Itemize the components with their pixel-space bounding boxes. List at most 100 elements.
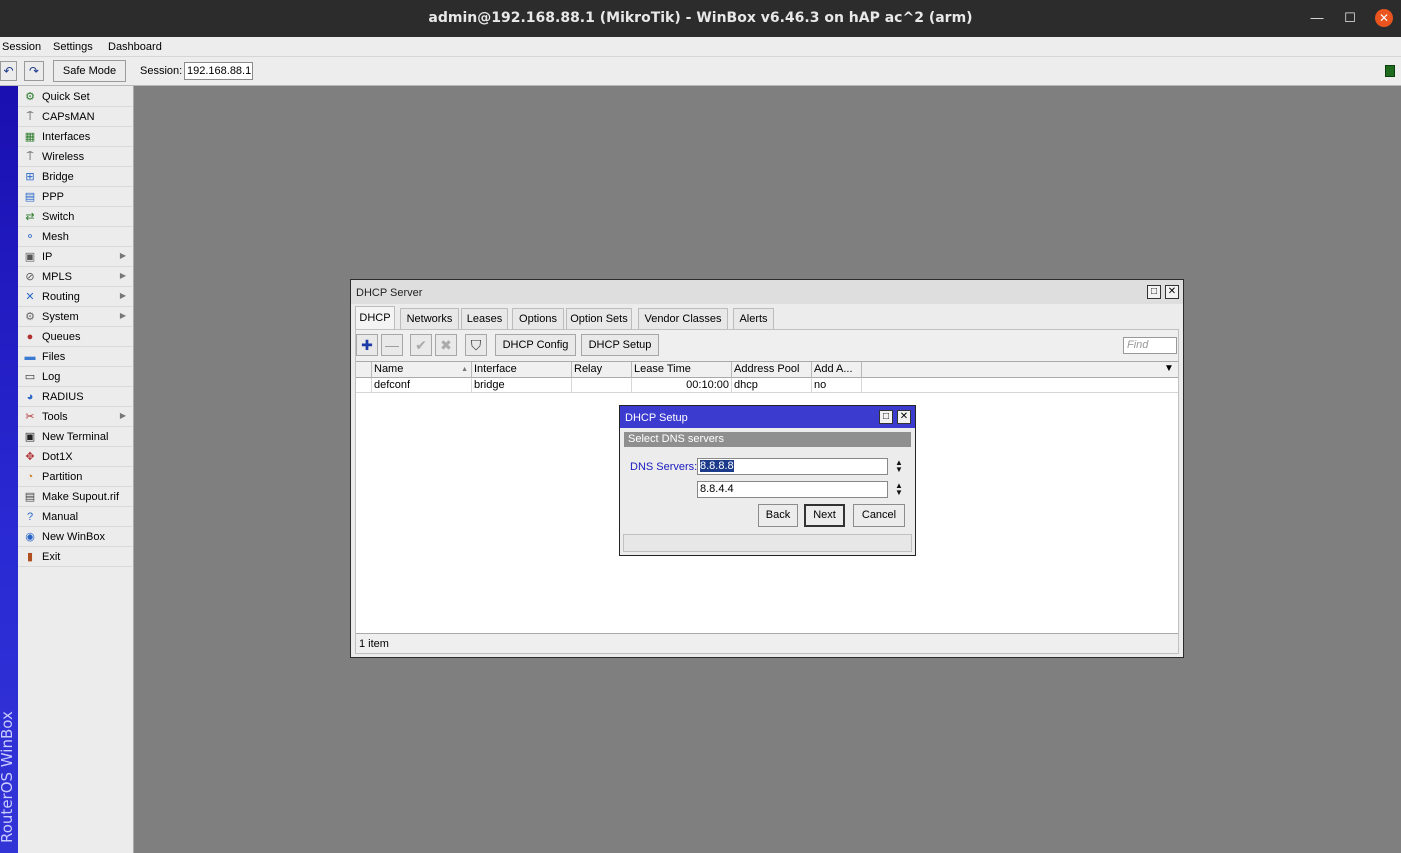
sidebar-item-new-winbox[interactable]: ◉ New WinBox <box>18 527 132 547</box>
back-button[interactable]: Back <box>758 504 798 527</box>
dhcp-server-title: DHCP Server <box>356 287 423 299</box>
maximize-icon[interactable]: ☐ <box>1341 9 1359 27</box>
close-icon[interactable]: ✕ <box>897 410 911 424</box>
safe-mode-button[interactable]: Safe Mode <box>53 60 126 82</box>
sidebar-item-mpls[interactable]: ⊘ MPLS ▶ <box>18 267 132 287</box>
item-count: 1 item <box>359 638 389 650</box>
column-chooser-icon[interactable]: ▼ <box>1164 363 1174 374</box>
switch-icon: ⇄ <box>25 211 35 223</box>
dns-secondary-spin-icon[interactable]: ▲ ▼ <box>893 482 905 498</box>
tab-networks[interactable]: Networks <box>400 308 459 331</box>
column-header-add-arp[interactable]: Add A... <box>812 362 862 378</box>
tab-alerts[interactable]: Alerts <box>733 308 774 331</box>
undo-icon[interactable]: ↶ <box>0 61 17 81</box>
sidebar-item-label: Interfaces <box>42 131 91 143</box>
minimize-icon[interactable]: — <box>1308 9 1326 27</box>
dhcp-setup-step-title: Select DNS servers <box>624 432 911 447</box>
dhcp-setup-title-bar[interactable]: DHCP Setup □ ✕ <box>620 406 915 428</box>
sidebar-item-interfaces[interactable]: ▦ Interfaces <box>18 127 132 147</box>
next-button[interactable]: Next <box>804 504 845 527</box>
sidebar-item-ppp[interactable]: ▤ PPP <box>18 187 132 207</box>
sidebar-item-quick-set[interactable]: ⚙ Quick Set <box>18 87 132 107</box>
maximize-icon[interactable]: □ <box>1147 285 1161 299</box>
remove-icon[interactable]: — <box>381 334 403 356</box>
column-header-interface[interactable]: Interface <box>472 362 572 378</box>
sidebar-item-capsman[interactable]: ⍑ CAPsMAN <box>18 107 132 127</box>
sidebar-item-partition[interactable]: ◔ Partition <box>18 467 132 487</box>
close-icon[interactable]: ✕ <box>1165 285 1179 299</box>
sidebar-item-ip[interactable]: ▣ IP ▶ <box>18 247 132 267</box>
sidebar-item-new-terminal[interactable]: ▣ New Terminal <box>18 427 132 447</box>
new-winbox-icon: ◉ <box>25 531 35 543</box>
sidebar-item-tools[interactable]: ✂ Tools ▶ <box>18 407 132 427</box>
sidebar-item-routing[interactable]: ✕ Routing ▶ <box>18 287 132 307</box>
sidebar-item-manual[interactable]: ? Manual <box>18 507 132 527</box>
disable-icon[interactable]: ✖ <box>435 334 457 356</box>
table-status-bar: 1 item <box>356 633 1178 653</box>
enable-icon[interactable]: ✔ <box>410 334 432 356</box>
sidebar-item-label: Wireless <box>42 151 85 163</box>
dot1x-icon: ✥ <box>25 451 35 463</box>
menu-settings[interactable]: Settings <box>53 41 93 53</box>
tab-options[interactable]: Options <box>512 308 564 331</box>
sidebar-item-mesh[interactable]: ⚬ Mesh <box>18 227 132 247</box>
find-input[interactable]: Find <box>1123 337 1177 354</box>
dns-servers-label: DNS Servers: <box>630 461 698 473</box>
column-header-address-pool[interactable]: Address Pool <box>732 362 812 378</box>
sidebar-item-queues[interactable]: ● Queues <box>18 327 132 347</box>
sidebar-item-wireless[interactable]: ⍑ Wireless <box>18 147 132 167</box>
dhcp-server-title-bar[interactable]: DHCP Server □ ✕ <box>351 280 1183 304</box>
brand-text: RouterOS WinBox <box>0 711 16 843</box>
sidebar-item-files[interactable]: ▬ Files <box>18 347 132 367</box>
dns-primary-spin-icon[interactable]: ▲ ▼ <box>893 459 905 475</box>
dns-server-secondary-input[interactable]: 8.8.4.4 <box>697 481 888 498</box>
system-icon: ⚙ <box>25 311 35 323</box>
dns-server-primary-input[interactable]: 8.8.8.8 <box>697 458 888 475</box>
sidebar-item-label: Queues <box>42 331 81 343</box>
sidebar-item-label: Manual <box>42 511 79 523</box>
column-header-name[interactable]: Name ▲ <box>372 362 472 378</box>
redo-icon[interactable]: ↷ <box>24 61 44 81</box>
routing-icon: ✕ <box>25 291 35 303</box>
close-icon[interactable]: ✕ <box>1375 9 1393 27</box>
tab-dhcp[interactable]: DHCP <box>355 306 395 331</box>
exit-icon: ▮ <box>26 551 34 563</box>
cancel-button[interactable]: Cancel <box>853 504 905 527</box>
sidebar-item-label: Quick Set <box>42 91 90 103</box>
sidebar-item-label: New Terminal <box>42 431 109 443</box>
sidebar-item-radius[interactable]: ◕ RADIUS <box>18 387 132 407</box>
tab-option-sets[interactable]: Option Sets <box>566 308 632 331</box>
sidebar-item-make-supout-rif[interactable]: ▤ Make Supout.rif <box>18 487 132 507</box>
cell-interface: bridge <box>472 378 572 393</box>
sidebar-item-label: Partition <box>42 471 83 483</box>
dhcp-config-button[interactable]: DHCP Config <box>495 334 576 356</box>
maximize-icon[interactable]: □ <box>879 410 893 424</box>
dhcp-setup-title: DHCP Setup <box>625 412 688 424</box>
add-icon[interactable]: ✚ <box>356 334 378 356</box>
cell-name: defconf <box>372 378 472 393</box>
submenu-arrow-icon: ▶ <box>119 271 126 280</box>
files-icon: ▬ <box>24 351 36 363</box>
main-toolbar: ↶ ↷ Safe Mode Session: 192.168.88.1 <box>0 57 1401 86</box>
dhcp-setup-button[interactable]: DHCP Setup <box>581 334 659 356</box>
sidebar-item-bridge[interactable]: ⊞ Bridge <box>18 167 132 187</box>
menu-dashboard[interactable]: Dashboard <box>108 41 162 53</box>
sidebar-item-switch[interactable]: ⇄ Switch <box>18 207 132 227</box>
session-field[interactable]: 192.168.88.1 <box>184 62 253 80</box>
filter-icon[interactable]: ⛉ <box>465 334 487 356</box>
mesh-icon: ⚬ <box>25 231 35 243</box>
column-header-relay[interactable]: Relay <box>572 362 632 378</box>
sidebar-item-exit[interactable]: ▮ Exit <box>18 547 132 567</box>
submenu-arrow-icon: ▶ <box>119 251 126 260</box>
row-marker <box>356 378 372 393</box>
tab-vendor-classes[interactable]: Vendor Classes <box>638 308 728 331</box>
sidebar-item-label: IP <box>42 251 53 263</box>
menu-session[interactable]: Session <box>2 41 41 53</box>
sidebar-item-log[interactable]: ▭ Log <box>18 367 132 387</box>
tab-leases[interactable]: Leases <box>461 308 508 331</box>
table-row[interactable]: defconf bridge 00:10:00 dhcp no <box>356 378 1178 393</box>
sidebar-item-dot1x[interactable]: ✥ Dot1X <box>18 447 132 467</box>
column-header-lease-time[interactable]: Lease Time <box>632 362 732 378</box>
routeros-brand-strip: RouterOS WinBox <box>0 86 18 853</box>
sidebar-item-system[interactable]: ⚙ System ▶ <box>18 307 132 327</box>
